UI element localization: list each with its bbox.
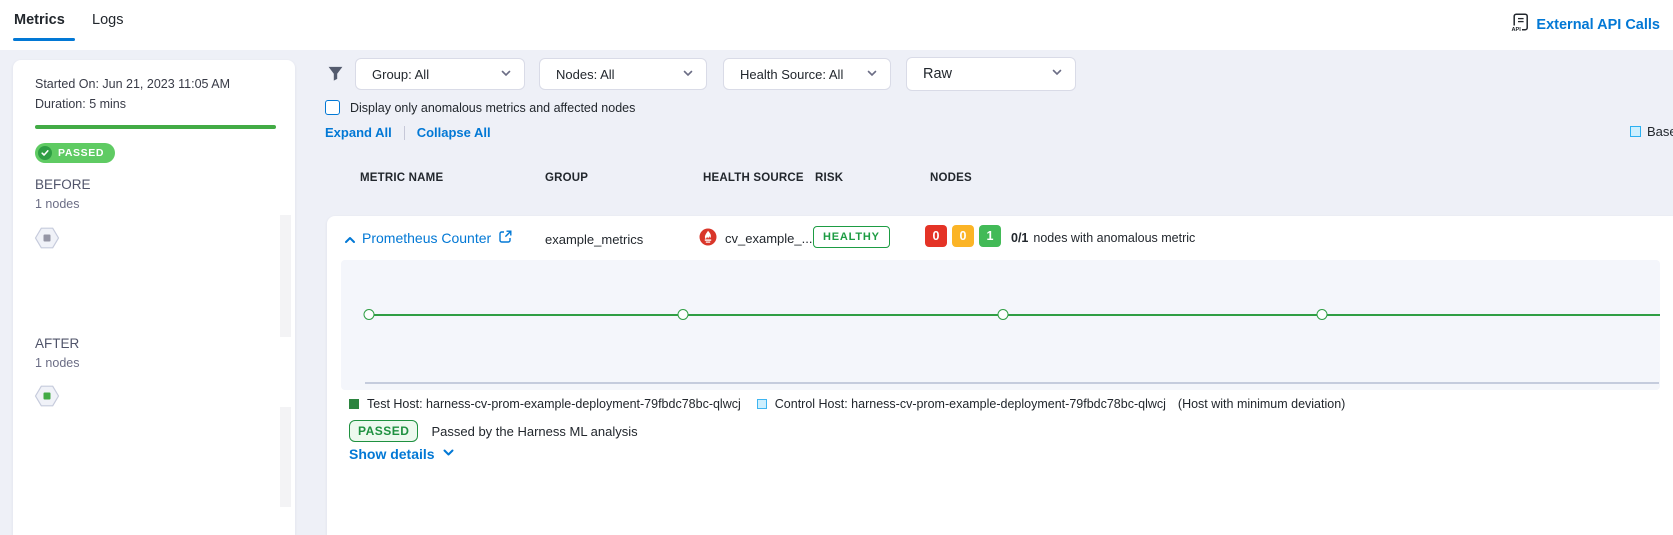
active-tab-underline: [13, 38, 75, 41]
status-badge-label: PASSED: [58, 147, 104, 159]
check-icon: [38, 146, 52, 160]
before-node-hexagon[interactable]: [33, 224, 61, 252]
metric-name-link[interactable]: Prometheus Counter: [362, 230, 512, 246]
anomalous-checkbox[interactable]: [325, 100, 340, 115]
metric-row-card: Prometheus Counter example_metrics cv_ex…: [327, 216, 1673, 535]
verification-summary-panel: Started On: Jun 21, 2023 11:05 AM Durati…: [13, 60, 295, 535]
health-source-filter-value: Health Source: All: [740, 67, 843, 82]
chart-data-point[interactable]: [1317, 309, 1328, 320]
baseline-label: Base: [1647, 124, 1673, 139]
group-filter-value: Group: All: [372, 67, 429, 82]
column-header-nodes: NODES: [930, 172, 972, 184]
health-source-filter-dropdown[interactable]: Health Source: All: [723, 58, 891, 90]
api-document-icon: API: [1511, 13, 1529, 37]
group-filter-dropdown[interactable]: Group: All: [355, 58, 525, 90]
tab-metrics[interactable]: Metrics: [14, 12, 65, 28]
node-count-chips: 0 0 1: [925, 225, 1001, 247]
chart-x-axis-line: [365, 382, 1659, 384]
test-host-label: Test Host: harness-cv-prom-example-deplo…: [367, 397, 741, 411]
before-nodes-scrollbar[interactable]: [280, 215, 291, 337]
chevron-down-icon: [442, 446, 455, 462]
status-badge: PASSED: [35, 143, 115, 163]
after-node-hexagon[interactable]: [33, 382, 61, 410]
duration-text: Duration: 5 mins: [35, 97, 126, 111]
nodes-filter-value: Nodes: All: [556, 67, 615, 82]
verification-metrics-page: Metrics Logs API External API Calls Star…: [0, 0, 1673, 535]
chart-data-point[interactable]: [677, 309, 688, 320]
test-host-swatch-icon: [349, 399, 359, 409]
started-on-text: Started On: Jun 21, 2023 11:05 AM: [35, 77, 230, 91]
column-header-health-source: HEALTH SOURCE: [703, 172, 804, 184]
control-host-label: Control Host: harness-cv-prom-example-de…: [775, 397, 1166, 411]
baseline-swatch-icon: [1630, 126, 1641, 137]
external-api-calls-label: External API Calls: [1536, 17, 1660, 33]
collapse-all-link[interactable]: Collapse All: [405, 125, 491, 140]
verification-progress-bar: [35, 125, 276, 129]
anomalous-filter-row: Display only anomalous metrics and affec…: [325, 100, 635, 115]
observe-count-chip: 0: [952, 225, 974, 247]
nodes-ratio: 0/1: [1011, 231, 1028, 245]
chevron-down-icon: [866, 67, 878, 82]
show-details-label: Show details: [349, 446, 435, 462]
metric-group-cell: example_metrics: [545, 232, 643, 247]
healthy-count-chip: 1: [979, 225, 1001, 247]
prometheus-icon: [699, 228, 717, 249]
health-source-cell: cv_example_...: [699, 228, 812, 249]
chevron-down-icon: [682, 67, 694, 82]
view-mode-dropdown[interactable]: Raw: [906, 57, 1076, 91]
expand-all-link[interactable]: Expand All: [325, 125, 404, 140]
column-header-group: GROUP: [545, 172, 588, 184]
risk-status-badge: HEALTHY: [813, 226, 890, 248]
analysis-status-text: Passed by the Harness ML analysis: [431, 424, 637, 439]
filter-funnel-icon: [327, 65, 344, 87]
nodes-summary-text: 0/1 nodes with anomalous metric: [1011, 231, 1195, 245]
external-api-calls-button[interactable]: API External API Calls: [1511, 13, 1660, 37]
top-tab-bar: Metrics Logs API External API Calls: [0, 0, 1673, 50]
analysis-status-badge: PASSED: [349, 420, 418, 442]
health-source-name: cv_example_...: [725, 231, 812, 246]
after-nodes-scrollbar[interactable]: [280, 407, 291, 507]
chart-data-point[interactable]: [363, 309, 374, 320]
nodes-filter-dropdown[interactable]: Nodes: All: [539, 58, 707, 90]
column-header-metric-name: METRIC NAME: [360, 172, 443, 184]
chevron-down-icon: [1051, 66, 1063, 82]
legend-test-host: Test Host: harness-cv-prom-example-deplo…: [349, 397, 741, 411]
after-section-title: AFTER: [35, 336, 79, 351]
metric-name-label: Prometheus Counter: [362, 230, 491, 246]
chart-legend: Test Host: harness-cv-prom-example-deplo…: [349, 397, 1345, 411]
external-link-icon: [499, 230, 512, 246]
chevron-down-icon: [500, 67, 512, 82]
tab-logs[interactable]: Logs: [92, 12, 123, 28]
chevron-up-icon[interactable]: [343, 233, 357, 252]
legend-control-host: Control Host: harness-cv-prom-example-de…: [757, 397, 1346, 411]
metric-timeseries-chart: [341, 260, 1660, 390]
anomalous-checkbox-label: Display only anomalous metrics and affec…: [350, 101, 635, 115]
expand-collapse-links: Expand All Collapse All: [325, 125, 491, 140]
show-details-link[interactable]: Show details: [349, 446, 455, 462]
anomalous-count-chip: 0: [925, 225, 947, 247]
nodes-summary-label: nodes with anomalous metric: [1033, 231, 1195, 245]
after-node-count: 1 nodes: [35, 356, 79, 370]
column-header-risk: RISK: [815, 172, 843, 184]
analysis-result-row: PASSED Passed by the Harness ML analysis: [349, 420, 638, 442]
control-host-swatch-icon: [757, 399, 767, 409]
before-section-title: BEFORE: [35, 177, 91, 192]
view-mode-value: Raw: [923, 66, 952, 82]
chart-series-line: [365, 314, 1660, 316]
baseline-legend-toggle[interactable]: Base: [1630, 124, 1673, 139]
chart-data-point[interactable]: [998, 309, 1009, 320]
before-node-count: 1 nodes: [35, 197, 79, 211]
svg-text:API: API: [1512, 27, 1522, 33]
control-host-note: (Host with minimum deviation): [1178, 397, 1345, 411]
